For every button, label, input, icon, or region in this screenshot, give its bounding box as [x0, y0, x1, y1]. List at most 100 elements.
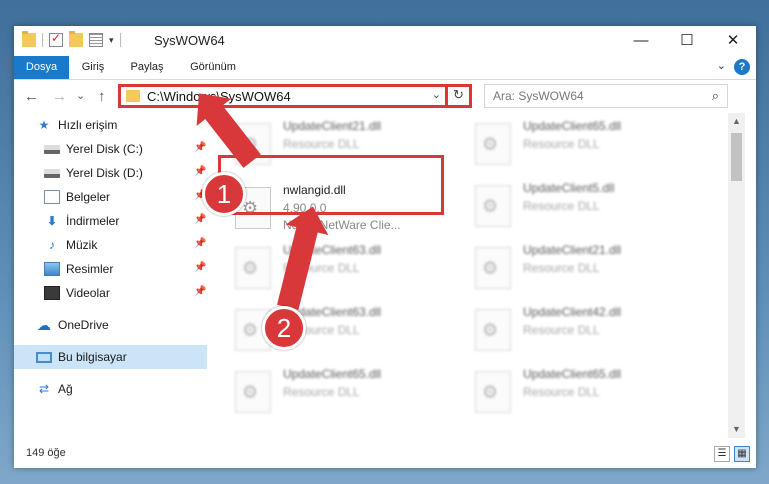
- download-icon: ⬇: [46, 214, 58, 228]
- list-item[interactable]: UpdateClient65.dll Resource DLL: [235, 365, 465, 421]
- sidebar-item-music[interactable]: ♪ Müzik 📌: [14, 233, 207, 257]
- dll-file-icon: [475, 371, 511, 413]
- sidebar-item-label: Belgeler: [66, 190, 111, 204]
- window-controls: — ☐ ✕: [618, 26, 756, 56]
- dll-file-icon: [475, 309, 511, 351]
- scroll-up-icon[interactable]: ▲: [728, 113, 745, 130]
- close-button[interactable]: ✕: [710, 26, 756, 56]
- pin-icon[interactable]: 📌: [194, 142, 206, 153]
- status-bar: 149 öğe ☰ ▦: [14, 442, 756, 468]
- sidebar-item-label: Resimler: [66, 262, 114, 276]
- sidebar-item-pictures[interactable]: Resimler 📌: [14, 257, 207, 281]
- computer-icon: [36, 351, 52, 363]
- search-input[interactable]: Ara: SysWOW64: [493, 89, 584, 103]
- sidebar-item-onedrive[interactable]: ☁ OneDrive: [14, 313, 207, 337]
- pin-icon[interactable]: 📌: [194, 286, 206, 297]
- recent-locations-dropdown-icon[interactable]: ⌄: [76, 89, 85, 102]
- ribbon-tabs: Dosya Giriş Paylaş Görünüm ⌄ ?: [14, 56, 756, 80]
- navigation-pane: ★ Hızlı erişim Yerel Disk (C:) 📌 Yerel D…: [14, 113, 207, 438]
- list-item[interactable]: UpdateClient42.dll Resource DLL: [475, 303, 705, 359]
- pictures-icon: [44, 262, 60, 276]
- file-description: Resource DLL: [523, 199, 600, 213]
- sidebar-item-label: Videolar: [66, 286, 110, 300]
- details-view-icon[interactable]: ☰: [714, 446, 730, 462]
- sidebar-item-downloads[interactable]: ⬇ İndirmeler 📌: [14, 209, 207, 233]
- minimize-button[interactable]: —: [618, 26, 664, 56]
- pin-icon[interactable]: 📌: [194, 262, 206, 273]
- expand-ribbon-icon[interactable]: ⌄: [717, 59, 726, 72]
- dll-file-icon: [235, 247, 271, 289]
- list-item[interactable]: UpdateClient21.dll Resource DLL: [475, 241, 705, 297]
- forward-button[interactable]: →: [52, 88, 67, 105]
- toolbar-separator: [119, 33, 121, 47]
- tab-home[interactable]: Giriş: [72, 56, 114, 79]
- address-dropdown-icon[interactable]: ⌄: [432, 88, 441, 101]
- tab-share[interactable]: Paylaş: [122, 56, 172, 79]
- file-description: Resource DLL: [523, 323, 600, 337]
- file-name: UpdateClient42.dll: [523, 305, 622, 319]
- list-item[interactable]: UpdateClient65.dll Resource DLL: [475, 117, 705, 173]
- sidebar-item-label: Hızlı erişim: [58, 118, 118, 132]
- view-switcher: ☰ ▦: [714, 446, 750, 462]
- sidebar-item-label: OneDrive: [58, 318, 109, 332]
- refresh-button[interactable]: ↻: [445, 84, 469, 108]
- maximize-button[interactable]: ☐: [664, 26, 710, 56]
- file-description: Resource DLL: [523, 261, 600, 275]
- music-icon: ♪: [49, 238, 55, 252]
- sidebar-item-label: İndirmeler: [66, 214, 120, 228]
- item-count: 149 öğe: [26, 447, 66, 459]
- address-bar[interactable]: C:\Windows\SysWOW64 ⌄ ↻: [118, 84, 472, 108]
- tiles-view-icon[interactable]: ▦: [734, 446, 750, 462]
- new-folder-icon[interactable]: [69, 31, 83, 47]
- window-title: SysWOW64: [154, 33, 225, 48]
- properties-check-icon[interactable]: [49, 31, 63, 47]
- sidebar-item-quick-access[interactable]: ★ Hızlı erişim: [14, 113, 207, 137]
- file-description: Resource DLL: [523, 385, 600, 399]
- pin-icon[interactable]: 📌: [194, 166, 206, 177]
- up-button[interactable]: ↑: [98, 88, 106, 105]
- file-description: Resource DLL: [283, 137, 360, 151]
- sidebar-item-local-disk-c[interactable]: Yerel Disk (C:) 📌: [14, 137, 207, 161]
- folder-icon[interactable]: [22, 31, 36, 47]
- sidebar-item-label: Müzik: [66, 238, 98, 252]
- file-name: UpdateClient21.dll: [283, 119, 382, 133]
- sidebar-item-label: Yerel Disk (C:): [66, 142, 143, 156]
- pin-icon[interactable]: 📌: [194, 238, 206, 249]
- network-icon: ⇄: [38, 382, 50, 396]
- sidebar-item-this-pc[interactable]: Bu bilgisayar: [14, 345, 207, 369]
- dll-file-icon: [475, 123, 511, 165]
- file-name: UpdateClient21.dll: [523, 243, 622, 257]
- scrollbar-thumb[interactable]: [731, 133, 742, 181]
- search-box[interactable]: Ara: SysWOW64 ⌕: [484, 84, 728, 108]
- sidebar-item-local-disk-d[interactable]: Yerel Disk (D:) 📌: [14, 161, 207, 185]
- list-item[interactable]: UpdateClient5.dll Resource DLL: [475, 179, 705, 235]
- disk-icon: [44, 144, 60, 154]
- tab-view[interactable]: Görünüm: [180, 56, 246, 79]
- quick-access-toolbar: ▾: [22, 31, 121, 47]
- disk-icon: [44, 168, 60, 178]
- back-button[interactable]: ←: [24, 88, 39, 105]
- step-1-badge: 1: [202, 172, 246, 216]
- dll-file-icon: [235, 371, 271, 413]
- search-icon[interactable]: ⌕: [712, 88, 719, 104]
- sidebar-item-documents[interactable]: Belgeler 📌: [14, 185, 207, 209]
- scroll-down-icon[interactable]: ▼: [728, 421, 745, 438]
- toolbar-separator: [42, 33, 43, 47]
- sidebar-item-videos[interactable]: Videolar 📌: [14, 281, 207, 305]
- tab-file[interactable]: Dosya: [14, 56, 69, 79]
- cloud-icon: ☁: [37, 317, 51, 333]
- help-icon[interactable]: ?: [734, 59, 750, 75]
- list-item[interactable]: UpdateClient65.dll Resource DLL: [475, 365, 705, 421]
- customize-toolbar-dropdown-icon[interactable]: ▾: [109, 35, 114, 46]
- pin-icon[interactable]: 📌: [194, 214, 206, 225]
- file-name: UpdateClient5.dll: [523, 181, 615, 195]
- dll-file-icon: [475, 247, 511, 289]
- properties-icon[interactable]: [89, 33, 103, 47]
- step-2-badge: 2: [262, 306, 306, 350]
- sidebar-item-network[interactable]: ⇄ Ağ: [14, 377, 207, 401]
- file-description: Resource DLL: [283, 385, 360, 399]
- list-item[interactable]: UpdateClient63.dll Resource DLL: [235, 241, 465, 297]
- navigation-bar: ← → ⌄ ↑ C:\Windows\SysWOW64 ⌄ ↻ Ara: Sys…: [14, 81, 756, 113]
- vertical-scrollbar[interactable]: ▲ ▼: [728, 113, 745, 438]
- file-name: UpdateClient65.dll: [523, 119, 622, 133]
